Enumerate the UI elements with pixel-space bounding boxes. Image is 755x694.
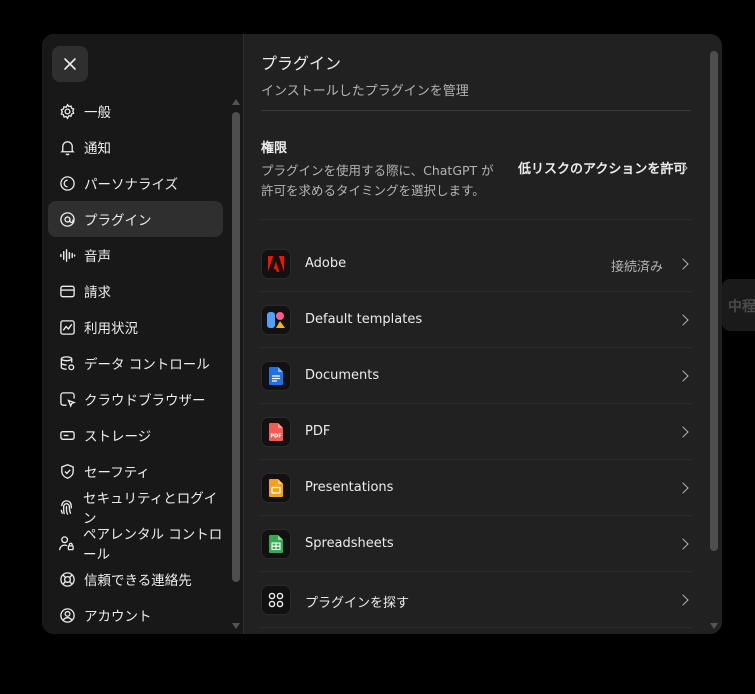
spreadsheets-icon (261, 529, 291, 559)
page-subtitle: インストールしたプラグインを管理 (261, 84, 469, 99)
sidebar-item-label: 請求 (84, 285, 111, 301)
sidebar-item-label: 一般 (84, 105, 111, 121)
close-button[interactable] (52, 46, 88, 82)
sidebar-item-cloud-browser[interactable]: クラウドブラウザー (48, 381, 223, 417)
chevron-right-icon (677, 258, 689, 270)
gear-icon (58, 102, 76, 120)
plugin-name: Adobe (305, 256, 347, 271)
plugin-name: Spreadsheets (305, 536, 394, 551)
plugin-name: PDF (305, 424, 331, 439)
plugin-row-pdf[interactable]: PDF PDF (261, 404, 691, 460)
scroll-up-arrow-icon[interactable] (232, 99, 240, 105)
sidebar-item-plugins[interactable]: プラグイン (48, 201, 223, 237)
scroll-down-arrow-icon[interactable] (710, 623, 718, 629)
plugin-status: 接続済み (610, 260, 663, 275)
sidebar-item-notifications[interactable]: 通知 (48, 129, 223, 165)
sidebar-item-label: 利用状況 (84, 321, 138, 337)
settings-nav: 一般 通知 パーソナライズ プラグイン 音声 請求 利用状況 データ コントロー… (48, 93, 223, 633)
plugin-row-discover[interactable]: プラグインを探す (261, 572, 691, 628)
sidebar-item-label: ペアレンタル コントロール (83, 527, 223, 563)
plugin-name: Default templates (305, 312, 423, 327)
settings-dialog: 一般 通知 パーソナライズ プラグイン 音声 請求 利用状況 データ コントロー… (42, 34, 722, 634)
plugin-row-default-templates[interactable]: Default templates (261, 292, 691, 348)
sidebar-item-storage[interactable]: ストレージ (48, 417, 223, 453)
divider (261, 110, 691, 111)
sidebar-item-label: ストレージ (84, 429, 152, 445)
parental-icon (58, 534, 75, 552)
sidebar-item-safety[interactable]: セーフティ (48, 453, 223, 489)
chart-icon (58, 318, 76, 336)
fingerprint-icon (58, 498, 75, 516)
plugin-row-documents[interactable]: Documents (261, 348, 691, 404)
credit-card-icon (58, 282, 76, 300)
personalize-icon (58, 174, 76, 192)
sidebar-item-voice[interactable]: 音声 (48, 237, 223, 273)
main-scrollbar-thumb[interactable] (710, 51, 718, 551)
close-icon (64, 58, 76, 70)
shield-check-icon (58, 462, 76, 480)
sidebar-item-label: セキュリティとログイン (83, 491, 218, 527)
adobe-icon (261, 249, 291, 279)
sidebar-item-general[interactable]: 一般 (48, 93, 223, 129)
chevron-right-icon (677, 426, 689, 438)
sidebar-item-billing[interactable]: 請求 (48, 273, 223, 309)
sidebar-item-usage[interactable]: 利用状況 (48, 309, 223, 345)
chevron-right-icon (677, 482, 689, 494)
discover-icon (261, 585, 291, 615)
sidebar-scrollbar[interactable] (232, 94, 240, 634)
plugin-row-spreadsheets[interactable]: Spreadsheets (261, 516, 691, 572)
scroll-down-arrow-icon[interactable] (232, 623, 240, 629)
plugin-icon (58, 210, 76, 228)
sidebar-item-security-login[interactable]: セキュリティとログイン (48, 489, 223, 527)
settings-sidebar: 一般 通知 パーソナライズ プラグイン 音声 請求 利用状況 データ コントロー… (42, 34, 244, 634)
plugin-name: プラグインを探す (305, 596, 410, 611)
sidebar-item-label: クラウドブラウザー (84, 393, 206, 409)
documents-icon (261, 361, 291, 391)
permission-description: プラグインを使用する際に、ChatGPT が許可を求めるタイミングを選択します。 (261, 163, 494, 198)
bell-icon (58, 138, 76, 156)
svg-text:PDF: PDF (270, 434, 281, 440)
sidebar-item-parental-controls[interactable]: ペアレンタル コントロール (48, 525, 223, 563)
sidebar-item-label: セーフティ (84, 465, 150, 481)
permission-value[interactable]: 低リスクのアクションを許可 (518, 158, 686, 177)
presentations-icon (261, 473, 291, 503)
sidebar-item-label: 音声 (84, 249, 111, 265)
sidebar-item-label: データ コントロール (84, 357, 210, 373)
sidebar-item-account[interactable]: アカウント (48, 597, 223, 633)
voice-wave-icon (58, 246, 76, 264)
sidebar-item-label: パーソナライズ (84, 177, 179, 193)
background-tab-label: 中程 (722, 279, 755, 331)
chevron-right-icon (677, 370, 689, 382)
sidebar-item-label: プラグイン (84, 213, 152, 229)
page-title: プラグイン (261, 54, 342, 73)
chevron-right-icon (677, 538, 689, 550)
sidebar-item-label: 通知 (84, 141, 111, 157)
database-icon (58, 354, 76, 372)
chevron-right-icon (677, 314, 689, 326)
plugin-row-adobe[interactable]: Adobe 接続済み (261, 236, 691, 292)
sidebar-item-data-controls[interactable]: データ コントロール (48, 345, 223, 381)
sidebar-item-label: アカウント (84, 609, 152, 625)
chevron-right-icon (677, 594, 689, 606)
lifebuoy-icon (58, 570, 76, 588)
divider (261, 219, 691, 220)
storage-icon (58, 426, 76, 444)
plugin-name: Documents (305, 368, 380, 383)
user-circle-icon (58, 606, 76, 624)
plugins-panel: プラグイン インストールしたプラグインを管理 権限 プラグインを使用する際に、C… (244, 34, 722, 634)
permission-label: 権限 (261, 141, 288, 156)
plugin-row-presentations[interactable]: Presentations (261, 460, 691, 516)
sidebar-item-label: 信頼できる連絡先 (84, 573, 192, 589)
sidebar-scrollbar-thumb[interactable] (232, 112, 240, 582)
plugin-name: Presentations (305, 480, 394, 495)
sidebar-item-personalize[interactable]: パーソナライズ (48, 165, 223, 201)
templates-icon (261, 305, 291, 335)
cloud-browser-icon (58, 390, 76, 408)
sidebar-item-trusted-contacts[interactable]: 信頼できる連絡先 (48, 561, 223, 597)
pdf-icon: PDF (261, 417, 291, 447)
